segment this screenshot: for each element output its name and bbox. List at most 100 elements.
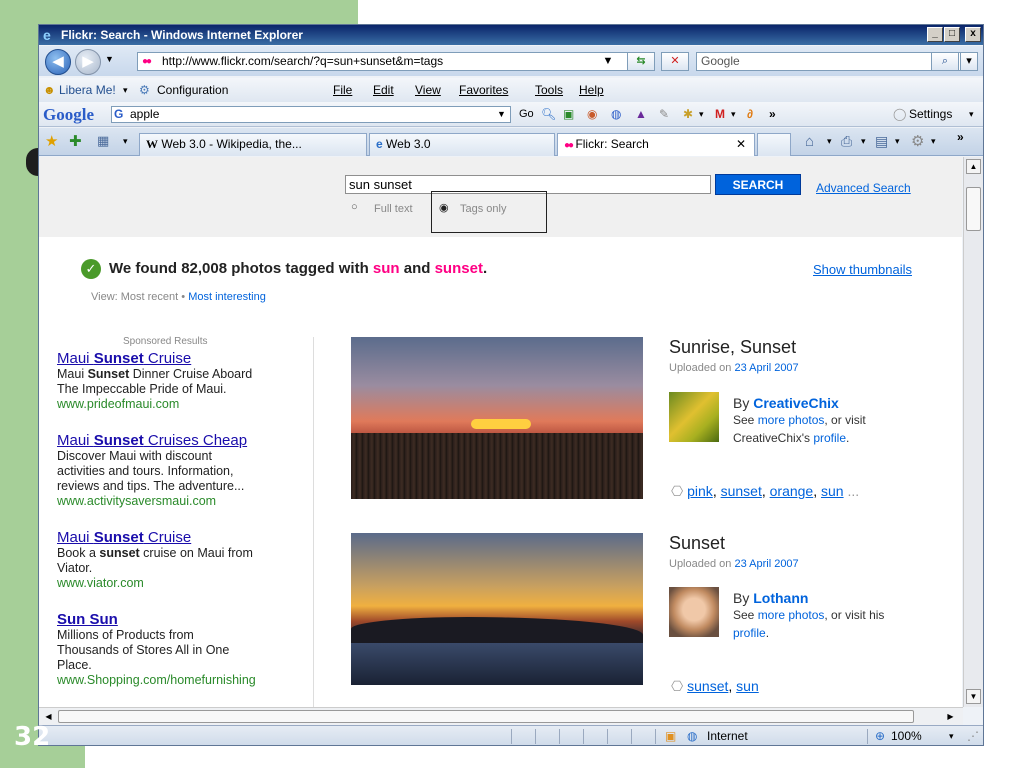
configuration-link[interactable]: Configuration [157, 78, 228, 102]
ad-title-link[interactable]: Maui Sunset Cruise [57, 350, 309, 367]
more-photos-link[interactable]: more photos [758, 413, 825, 427]
menu-help[interactable]: Help [579, 78, 604, 102]
tab-web30[interactable]: e Web 3.0 [369, 133, 555, 156]
tag-link[interactable]: pink [687, 483, 713, 499]
most-interesting-link[interactable]: Most interesting [188, 291, 266, 303]
protected-mode-icon[interactable]: ▣ [665, 726, 676, 745]
maximize-button[interactable]: □ [944, 27, 960, 42]
page-icon[interactable]: ▤ [875, 133, 888, 150]
tab-list-dropdown-icon[interactable]: ▾ [123, 136, 128, 147]
upload-date-link[interactable]: 23 April 2007 [734, 362, 798, 374]
more-photos-link[interactable]: more photos [758, 608, 825, 622]
back-button[interactable]: ◀ [45, 49, 71, 75]
ad-title-link[interactable]: Sun Sun [57, 611, 309, 628]
forward-button[interactable]: ▶ [75, 49, 101, 75]
tag-link[interactable]: sun [821, 483, 844, 499]
minimize-button[interactable]: _ [927, 27, 943, 42]
menu-file[interactable]: File [333, 78, 352, 102]
ad-url: www.Shopping.com/homefurnishing [57, 673, 256, 687]
toolbar-globe-icon[interactable]: ◍ [611, 102, 621, 127]
tag-link[interactable]: sunset [721, 483, 762, 499]
home-icon[interactable]: ⌂ [805, 133, 814, 150]
menu-tools[interactable]: Tools [535, 78, 563, 102]
tag-link[interactable]: sunset [687, 678, 728, 694]
print-dropdown-icon[interactable]: ▾ [861, 136, 866, 147]
menu-favorites[interactable]: Favorites [459, 78, 508, 102]
tag-link[interactable]: orange [770, 483, 814, 499]
tools-gear-icon[interactable]: ⚙ [911, 132, 924, 150]
refresh-icon[interactable]: ⇆ [627, 52, 655, 71]
menu-edit[interactable]: Edit [373, 78, 394, 102]
toolbar-more-dropdown-icon[interactable]: ▾ [699, 102, 704, 127]
gmail-icon[interactable]: M [715, 102, 725, 127]
page-dropdown-icon[interactable]: ▾ [895, 136, 900, 147]
horizontal-scrollbar[interactable]: ◀ ▶ [39, 707, 963, 725]
stop-icon[interactable]: ✕ [661, 52, 689, 71]
toolbar-cookie-icon[interactable]: ◉ [587, 102, 597, 127]
toolbar-swirl-icon[interactable]: ∂ [747, 102, 753, 127]
toolbar-pen-icon[interactable]: ✎ [659, 102, 669, 127]
search-input[interactable]: Google [696, 52, 966, 71]
author-link[interactable]: Lothann [753, 590, 808, 606]
libera-dropdown-icon[interactable]: ▾ [123, 78, 128, 102]
scroll-down-icon[interactable]: ▼ [966, 689, 981, 704]
print-icon[interactable]: ⎙ [841, 133, 852, 150]
status-divider [631, 729, 632, 744]
address-dropdown-icon[interactable]: ▼ [599, 53, 617, 72]
ad-title-link[interactable]: Maui Sunset Cruise [57, 529, 309, 546]
close-tab-icon[interactable]: ✕ [736, 134, 746, 155]
scroll-thumb[interactable] [966, 187, 981, 231]
google-go-button[interactable]: Go [519, 102, 534, 127]
photo-thumbnail[interactable] [351, 337, 643, 499]
avatar[interactable] [669, 587, 719, 637]
flickr-search-button[interactable]: SEARCH [715, 174, 801, 195]
photo-thumbnail[interactable] [351, 533, 643, 685]
hscroll-thumb[interactable] [58, 710, 914, 723]
google-search-icon[interactable]: 🔍︎ [541, 102, 556, 127]
libera-link[interactable]: Libera Me! [59, 78, 116, 102]
tab-wikipedia[interactable]: W Web 3.0 - Wikipedia, the... [139, 133, 367, 156]
settings-button[interactable]: Settings [909, 102, 952, 127]
toolbar-puzzle-icon[interactable]: ✱ [683, 102, 693, 127]
new-tab-button[interactable] [757, 133, 791, 156]
ad-title-link[interactable]: Maui Sunset Cruises Cheap [57, 432, 309, 449]
home-dropdown-icon[interactable]: ▾ [827, 136, 832, 147]
google-search-input[interactable]: G apple [111, 106, 511, 123]
photo-title[interactable]: Sunrise, Sunset [669, 337, 949, 358]
toolbar-cap-icon[interactable]: ▲ [635, 102, 647, 127]
profile-link[interactable]: profile [733, 626, 766, 640]
toolbar-picture-icon[interactable]: ▣ [563, 102, 574, 127]
show-thumbnails-link[interactable]: Show thumbnails [813, 262, 912, 277]
menu-view[interactable]: View [415, 78, 441, 102]
google-dropdown-icon[interactable]: ▼ [497, 102, 506, 127]
zoom-dropdown-icon[interactable]: ▾ [949, 726, 954, 745]
upload-date-link[interactable]: 23 April 2007 [734, 558, 798, 570]
tab-flickr-search[interactable]: ●● Flickr: Search ✕ [557, 133, 755, 156]
zoom-level[interactable]: 100% [891, 726, 922, 745]
toolbar-more-button[interactable]: » [769, 102, 776, 127]
scroll-right-icon[interactable]: ▶ [943, 709, 958, 724]
tools-dropdown-icon[interactable]: ▾ [931, 136, 936, 147]
close-window-button[interactable]: x [965, 27, 981, 42]
settings-dropdown-icon[interactable]: ▾ [969, 102, 974, 127]
address-input[interactable]: ●● http://www.flickr.com/search/?q=sun+s… [137, 52, 635, 71]
resize-grip-icon[interactable]: ⋰ [967, 726, 979, 745]
author-link[interactable]: CreativeChix [753, 395, 839, 411]
avatar[interactable] [669, 392, 719, 442]
recent-pages-dropdown-icon[interactable]: ▼ [105, 54, 114, 64]
vertical-scrollbar[interactable]: ▲ ▼ [963, 157, 983, 707]
scroll-up-icon[interactable]: ▲ [966, 159, 981, 174]
tag-link[interactable]: sun [736, 678, 759, 694]
quick-tabs-icon[interactable]: ▦ [97, 133, 109, 149]
tags-only-radio-icon[interactable]: ◉ [439, 201, 449, 214]
profile-link[interactable]: profile [813, 431, 846, 445]
gmail-dropdown-icon[interactable]: ▾ [731, 102, 736, 127]
advanced-search-link[interactable]: Advanced Search [816, 181, 911, 195]
favorites-star-icon[interactable]: ★ [45, 132, 58, 150]
photo-title[interactable]: Sunset [669, 533, 949, 554]
add-favorites-icon[interactable]: ✚ [69, 132, 82, 150]
toolbar-overflow-icon[interactable]: » [957, 130, 964, 144]
search-go-icon[interactable]: ⌕ [931, 52, 959, 71]
search-options-icon[interactable]: ▾ [960, 52, 978, 71]
full-text-radio-icon[interactable]: ○ [351, 201, 358, 213]
